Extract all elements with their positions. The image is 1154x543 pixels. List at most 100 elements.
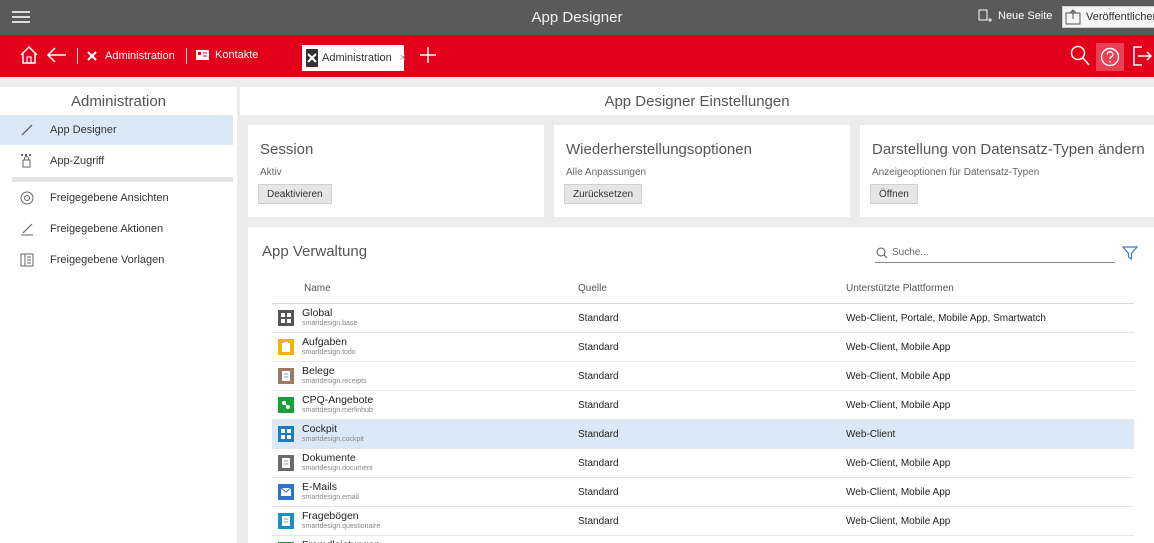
new-page-button[interactable]: Neue Seite	[978, 9, 1052, 23]
sidebar-item-freigegebene-vorlagen[interactable]: Freigegebene Vorlagen	[0, 245, 237, 275]
app-platforms: Web-Client, Mobile App	[846, 371, 951, 382]
sidebar-item-freigegebene-ansichten[interactable]: Freigegebene Ansichten	[0, 183, 237, 213]
app-name: E-Mails	[302, 481, 338, 493]
table-row[interactable]: Global smartdesign.base Standard Web-Client…	[272, 304, 1134, 333]
card-subtitle: Alle Anpassungen	[566, 167, 647, 178]
app-icon	[278, 368, 294, 384]
table-row[interactable]: Aufgaben smartdesign.todo Standard Web-Clie…	[272, 333, 1134, 362]
card-session: Session Aktiv Deaktivieren	[248, 125, 544, 217]
app-name: Belege	[302, 365, 335, 377]
app-source: Standard	[578, 400, 619, 411]
search-input[interactable]: Suche...	[875, 243, 1115, 263]
divider	[186, 48, 187, 64]
top-bar: App Designer Neue Seite Veröffentlichen	[0, 0, 1154, 35]
pen-icon	[20, 222, 34, 236]
card-restore-options: Wiederherstellungsoptionen Alle Anpassun…	[554, 125, 850, 217]
help-icon	[1100, 47, 1120, 67]
reset-button[interactable]: Zurücksetzen	[564, 184, 643, 204]
sidebar-item-app-designer[interactable]: App Designer	[0, 115, 233, 145]
breadcrumb-administration[interactable]: Administration	[86, 49, 175, 62]
table-row[interactable]: Fragebögen smartdesign.questionaire Standa…	[272, 507, 1134, 536]
tools-icon	[87, 51, 97, 61]
column-header-platforms[interactable]: Unterstützte Plattformen	[846, 283, 954, 294]
search-icon[interactable]	[1070, 45, 1090, 67]
app-id: smartdesign.document	[302, 465, 373, 472]
sidebar-item-label: App Designer	[50, 124, 117, 136]
tools-icon	[306, 49, 318, 67]
column-header-name[interactable]: Name	[304, 283, 331, 294]
card-title: Session	[260, 141, 314, 158]
app-platforms: Web-Client, Portale, Mobile App, Smartwa…	[846, 313, 1046, 324]
sidebar-item-freigegebene-aktionen[interactable]: Freigegebene Aktionen	[0, 214, 237, 244]
new-page-label: Neue Seite	[998, 10, 1053, 22]
app-name: Global	[302, 307, 333, 319]
app-platforms: Web-Client, Mobile App	[846, 487, 951, 498]
breadcrumb-label: Kontakte	[215, 49, 259, 61]
search-icon	[876, 247, 888, 258]
new-page-icon	[978, 9, 992, 22]
filter-icon[interactable]	[1122, 245, 1138, 261]
sidebar-item-app-zugriff[interactable]: App-Zugriff	[0, 146, 237, 176]
table-row[interactable]: Belege smartdesign.receipts Standard Web-Cl…	[272, 362, 1134, 391]
open-button[interactable]: Öffnen	[870, 184, 918, 204]
home-icon[interactable]	[19, 45, 39, 65]
app-icon	[278, 426, 294, 442]
app-source: Standard	[578, 371, 619, 382]
column-header-source[interactable]: Quelle	[578, 283, 607, 294]
app-id: smartdesign.todo	[302, 349, 356, 356]
app-platforms: Web-Client, Mobile App	[846, 342, 951, 353]
table-row[interactable]: CPQ-Angebote smartdesign.merlinhub Standar…	[272, 391, 1134, 420]
app-platforms: Web-Client	[846, 429, 896, 440]
sidebar-item-label: Freigegebene Vorlagen	[50, 254, 165, 266]
app-source: Standard	[578, 429, 619, 440]
app-id: smartdesign.questionaire	[302, 523, 381, 530]
app-source: Standard	[578, 487, 619, 498]
app-id: smartdesign.email	[302, 494, 359, 501]
table-row[interactable]: Cockpit smartdesign.cockpit Standard Web-Cl…	[272, 420, 1134, 449]
publish-label: Veröffentlichen	[1086, 11, 1154, 23]
table-row[interactable]: E-Mails smartdesign.email Standard Web-Clie…	[272, 478, 1134, 507]
app-icon	[278, 397, 294, 413]
add-tab-icon[interactable]	[418, 45, 438, 65]
card-title: Darstellung von Datensatz-Typen ändern	[872, 141, 1145, 158]
deactivate-button[interactable]: Deaktivieren	[258, 184, 332, 204]
page-title: App Designer Einstellungen	[240, 87, 1154, 115]
sidebar: Administration App Designer App-Zugriff …	[0, 87, 237, 543]
app-management-panel: App Verwaltung Suche... Name Quelle Unte…	[248, 227, 1154, 543]
template-icon	[20, 253, 34, 267]
app-id: smartdesign.cockpit	[302, 436, 364, 443]
pencil-icon	[20, 123, 34, 137]
app-icon	[278, 513, 294, 529]
lock-grid-icon	[20, 154, 34, 168]
card-subtitle: Aktiv	[260, 167, 282, 178]
card-record-type-display: Darstellung von Datensatz-Typen ändern A…	[860, 125, 1154, 217]
sidebar-item-label: Freigegebene Aktionen	[50, 223, 164, 235]
divider	[12, 177, 233, 182]
breadcrumb-kontakte[interactable]: Kontakte	[196, 49, 258, 61]
publish-button[interactable]: Veröffentlichen	[1062, 6, 1154, 28]
app-platforms: Web-Client, Mobile App	[846, 400, 951, 411]
app-platforms: Web-Client, Mobile App	[846, 516, 951, 527]
app-name: Dokumente	[302, 452, 356, 464]
app-source: Standard	[578, 458, 619, 469]
help-button[interactable]	[1096, 43, 1124, 71]
logout-icon[interactable]	[1132, 45, 1152, 67]
tab-close-button[interactable]: ×	[400, 52, 406, 64]
app-source: Standard	[578, 342, 619, 353]
sidebar-title: Administration	[70, 93, 167, 110]
nav-bar: Administration Kontakte Administration ×	[0, 35, 1154, 77]
breadcrumb-label: Administration	[105, 49, 175, 62]
app-source: Standard	[578, 313, 619, 324]
table-row[interactable]: Dokumente smartdesign.document Standard Web…	[272, 449, 1134, 478]
tab-label: Administration	[322, 52, 392, 64]
app-name: CPQ-Angebote	[302, 394, 374, 406]
sidebar-item-label: App-Zugriff	[50, 155, 105, 167]
contact-card-icon	[196, 50, 209, 60]
tab-administration[interactable]: Administration ×	[302, 45, 406, 71]
back-arrow-icon[interactable]	[46, 45, 68, 65]
panel-title: App Verwaltung	[262, 243, 368, 260]
table-row[interactable]: FremdleistungenStandardWeb-Client, Mobil…	[272, 536, 1134, 543]
app-icon	[278, 455, 294, 471]
app-source: Standard	[578, 516, 619, 527]
sidebar-item-label: Freigegebene Ansichten	[50, 192, 169, 204]
